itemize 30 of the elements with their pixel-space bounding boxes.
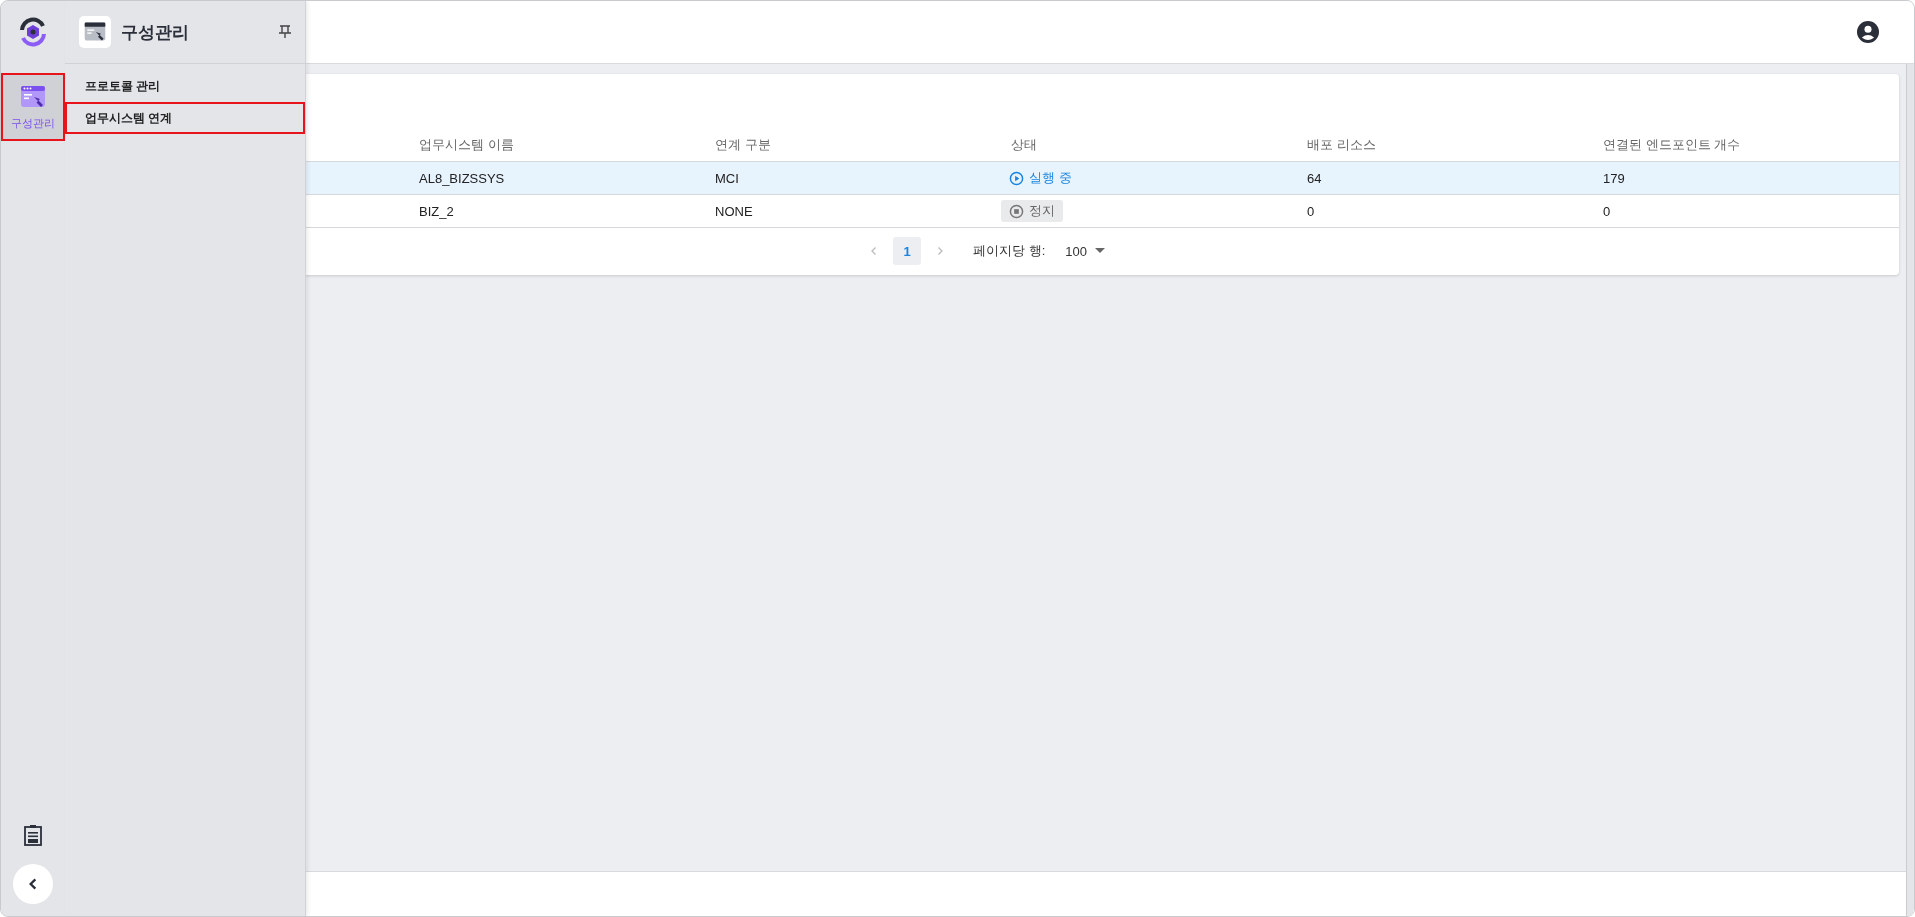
submenu-title: 구성관리	[121, 21, 190, 44]
collapse-button[interactable]	[13, 864, 53, 904]
caret-down-icon	[1094, 248, 1105, 254]
submenu-item[interactable]: 업무시스템 연계	[65, 102, 305, 134]
column-header: 업무시스템 이름	[419, 136, 515, 154]
rows-per-page-select[interactable]: 100	[1059, 242, 1111, 260]
status-label: 실행 중	[1029, 169, 1072, 187]
table-cell: 179	[1603, 170, 1625, 186]
log-clipboard-icon[interactable]	[23, 824, 43, 846]
column-header: 배포 리소스	[1307, 136, 1377, 154]
column-header: 연계 구분	[715, 136, 772, 154]
table-cell: 0	[1307, 203, 1315, 219]
submenu-item[interactable]: 프로토콜 관리	[65, 70, 305, 102]
pin-icon[interactable]	[279, 25, 291, 39]
logo-icon	[17, 16, 49, 48]
table-cell: 64	[1307, 170, 1322, 186]
column-header: 연결된 엔드포인트 개수	[1603, 136, 1742, 154]
scrollbar[interactable]	[1906, 64, 1914, 916]
table-cell: BIZ_2	[419, 203, 454, 219]
settings-window-icon	[79, 16, 111, 48]
table-cell: 0	[1603, 203, 1611, 219]
table-cell: NONE	[715, 203, 753, 219]
play-circle-icon	[1009, 170, 1024, 186]
table-cell: MCI	[715, 170, 739, 186]
stop-circle-icon	[1009, 203, 1024, 219]
status-label: 정지	[1029, 202, 1055, 220]
user-account-icon[interactable]	[1857, 21, 1879, 43]
rows-per-page-label: 페이지당 행:	[973, 242, 1046, 260]
column-header: 상태	[1011, 136, 1038, 154]
table-cell: AL8_BIZSSYS	[419, 170, 505, 186]
